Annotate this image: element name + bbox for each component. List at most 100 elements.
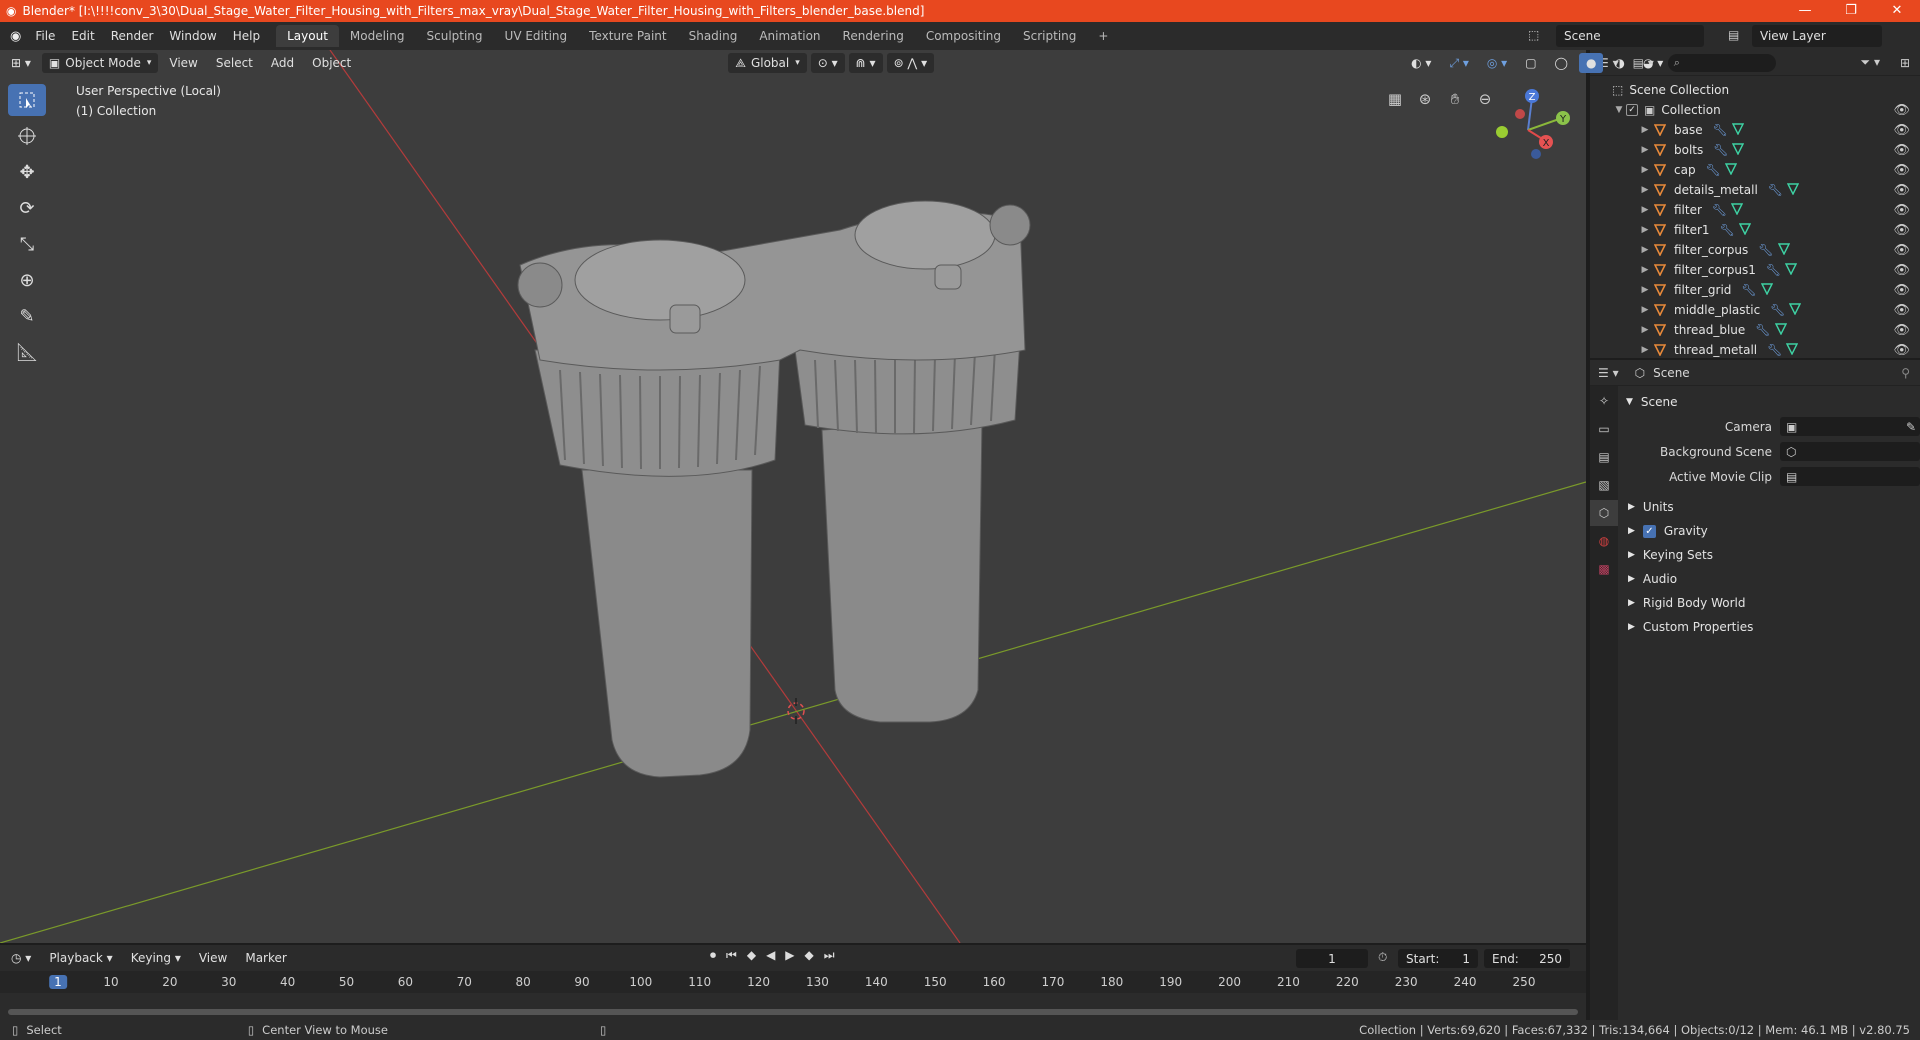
expand-arrow-icon[interactable]: ▶ [1638, 305, 1652, 315]
menu-edit[interactable]: Edit [63, 29, 102, 43]
eye-icon[interactable]: 👁︎ [1893, 223, 1910, 238]
measure-icon[interactable]: 📐︎ [8, 336, 46, 368]
outliner-object-row[interactable]: ▶ thread_blue 🔧︎ 👁︎ [1590, 320, 1920, 340]
start-frame-field[interactable]: Start: 1 [1398, 949, 1478, 968]
outliner-object-row[interactable]: ▶ cap 🔧︎ 👁︎ [1590, 160, 1920, 180]
camera-field[interactable]: ▣ ✎ [1780, 417, 1920, 436]
outliner-search-input[interactable]: ⌕ [1667, 53, 1776, 72]
mesh-icon[interactable] [1774, 322, 1787, 338]
tab-scripting[interactable]: Scripting [1012, 25, 1087, 47]
shading-wireframe-icon[interactable]: ◯ [1548, 53, 1575, 73]
expand-arrow-icon[interactable]: ▶ [1638, 205, 1652, 215]
menu-object[interactable]: Object [305, 53, 358, 73]
texture-tab-icon[interactable]: ▩ [1590, 556, 1618, 582]
mesh-icon[interactable] [1786, 342, 1799, 358]
select-box-icon[interactable] [8, 84, 46, 116]
expand-arrow-icon[interactable]: ▶ [1638, 185, 1652, 195]
wrench-icon[interactable]: 🔧︎ [1770, 303, 1785, 318]
outliner-object-row[interactable]: ▶ filter_corpus 🔧︎ 👁︎ [1590, 240, 1920, 260]
wrench-icon[interactable]: 🔧︎ [1706, 163, 1721, 178]
play-icon[interactable]: ▶ [785, 948, 794, 963]
eye-icon[interactable]: 👁︎ [1893, 143, 1910, 158]
pivot-button[interactable]: ⊙ ▾ [810, 53, 845, 73]
gravity-panel[interactable]: ▶ ✓ Gravity [1620, 519, 1920, 543]
mesh-icon[interactable] [1777, 242, 1790, 258]
next-keyframe-icon[interactable]: ◆ [805, 948, 814, 963]
scene-selector-icon[interactable]: ⬚ [1528, 28, 1539, 42]
movie-clip-field[interactable]: ▤ [1780, 467, 1920, 486]
menu-render[interactable]: Render [103, 29, 162, 43]
view-layer-tab-icon[interactable]: ▧ [1590, 472, 1618, 498]
eye-icon[interactable]: 👁︎ [1893, 103, 1910, 118]
mesh-icon[interactable] [1738, 222, 1751, 238]
scene-tab-icon[interactable]: ⬡ [1590, 500, 1618, 526]
outliner-object-row[interactable]: ▶ base 🔧︎ 👁︎ [1590, 120, 1920, 140]
eye-icon[interactable]: 👁︎ [1893, 183, 1910, 198]
view-layer-icon[interactable]: ▤ [1728, 28, 1739, 42]
play-reverse-icon[interactable]: ◀ [766, 948, 775, 963]
audio-panel[interactable]: ▶ Audio [1620, 567, 1920, 591]
menu-playback[interactable]: Playback ▾ [42, 948, 119, 968]
tab-rendering[interactable]: Rendering [832, 25, 915, 47]
wrench-icon[interactable]: 🔧︎ [1713, 143, 1728, 158]
expand-arrow-icon[interactable]: ▶ [1638, 325, 1652, 335]
menu-view[interactable]: View [192, 948, 234, 968]
menu-add[interactable]: Add [264, 53, 301, 73]
menu-marker[interactable]: Marker [238, 948, 293, 968]
mesh-icon[interactable] [1785, 262, 1798, 278]
blender-menu-icon[interactable]: ◉ [0, 29, 27, 44]
minimize-button[interactable]: — [1782, 0, 1828, 22]
collection-row[interactable]: ▼ ✓ ▣ Collection 👁︎ [1590, 100, 1920, 120]
gizmo-toggle[interactable]: ⤢ ▾ [1442, 53, 1475, 73]
add-workspace-button[interactable]: + [1087, 25, 1119, 47]
move-icon[interactable]: ✥ [8, 156, 46, 188]
custom-properties-panel[interactable]: ▶ Custom Properties [1620, 615, 1920, 639]
wrench-icon[interactable]: 🔧︎ [1768, 183, 1783, 198]
wrench-icon[interactable]: 🔧︎ [1741, 283, 1756, 298]
menu-select[interactable]: Select [209, 53, 260, 73]
wrench-icon[interactable]: 🔧︎ [1755, 323, 1770, 338]
mesh-icon[interactable] [1760, 282, 1773, 298]
editor-type-icon[interactable]: ☰ ▾ [1598, 366, 1619, 380]
rotate-icon[interactable]: ⟳ [8, 192, 46, 224]
shading-material-icon[interactable]: ◑ [1607, 53, 1631, 73]
maximize-button[interactable]: ❐ [1828, 0, 1874, 22]
eye-icon[interactable]: 👁︎ [1893, 123, 1910, 138]
outliner-object-row[interactable]: ▶ middle_plastic 🔧︎ 👁︎ [1590, 300, 1920, 320]
filter-icon[interactable]: ⏷ ▾ [1861, 55, 1880, 70]
eyedropper-icon[interactable]: ✎ [1906, 420, 1916, 434]
shading-solid-icon[interactable]: ● [1578, 53, 1604, 73]
outliner-object-row[interactable]: ▶ details_metall 🔧︎ 👁︎ [1590, 180, 1920, 200]
wrench-icon[interactable]: 🔧︎ [1713, 123, 1728, 138]
end-frame-field[interactable]: End: 250 [1484, 949, 1570, 968]
timeline-scrollbar[interactable] [8, 1009, 1578, 1015]
transform-orientation[interactable]: ⟁ Global ▾ [728, 53, 807, 73]
keying-sets-panel[interactable]: ▶ Keying Sets [1620, 543, 1920, 567]
eye-icon[interactable]: 👁︎ [1893, 343, 1910, 358]
tab-texture-paint[interactable]: Texture Paint [578, 25, 677, 47]
eye-icon[interactable]: 👁︎ [1893, 303, 1910, 318]
expand-arrow-icon[interactable]: ▶ [1638, 165, 1652, 175]
editor-type-button[interactable]: ⊞ ▾ [4, 53, 38, 73]
eye-icon[interactable]: 👁︎ [1893, 263, 1910, 278]
cursor-icon[interactable] [8, 120, 46, 152]
annotate-icon[interactable]: ✎ [8, 300, 46, 332]
mesh-icon[interactable] [1786, 182, 1800, 198]
wrench-icon[interactable]: 🔧︎ [1720, 223, 1735, 238]
jump-end-icon[interactable]: ⏭ [824, 948, 835, 963]
wrench-icon[interactable]: 🔧︎ [1766, 263, 1781, 278]
mesh-icon[interactable] [1731, 122, 1744, 138]
xray-toggle[interactable]: ▢ [1518, 53, 1543, 73]
expand-arrow-icon[interactable]: ▶ [1638, 345, 1652, 355]
current-frame-field[interactable]: 1 [1296, 949, 1368, 968]
outliner-object-row[interactable]: ▶ filter 🔧︎ 👁︎ [1590, 200, 1920, 220]
expand-arrow-icon[interactable]: ▶ [1638, 265, 1652, 275]
camera-view-icon[interactable]: ⊛ [1410, 86, 1440, 112]
tab-compositing[interactable]: Compositing [915, 25, 1012, 47]
expand-arrow-icon[interactable]: ▶ [1638, 225, 1652, 235]
outliner-object-row[interactable]: ▶ thread_metall 🔧︎ 👁︎ [1590, 340, 1920, 360]
snap-button[interactable]: ⋒ ▾ [848, 53, 883, 73]
outliner-object-row[interactable]: ▶ bolts 🔧︎ 👁︎ [1590, 140, 1920, 160]
scale-icon[interactable]: ⤡ [8, 228, 46, 260]
menu-file[interactable]: File [27, 29, 63, 43]
